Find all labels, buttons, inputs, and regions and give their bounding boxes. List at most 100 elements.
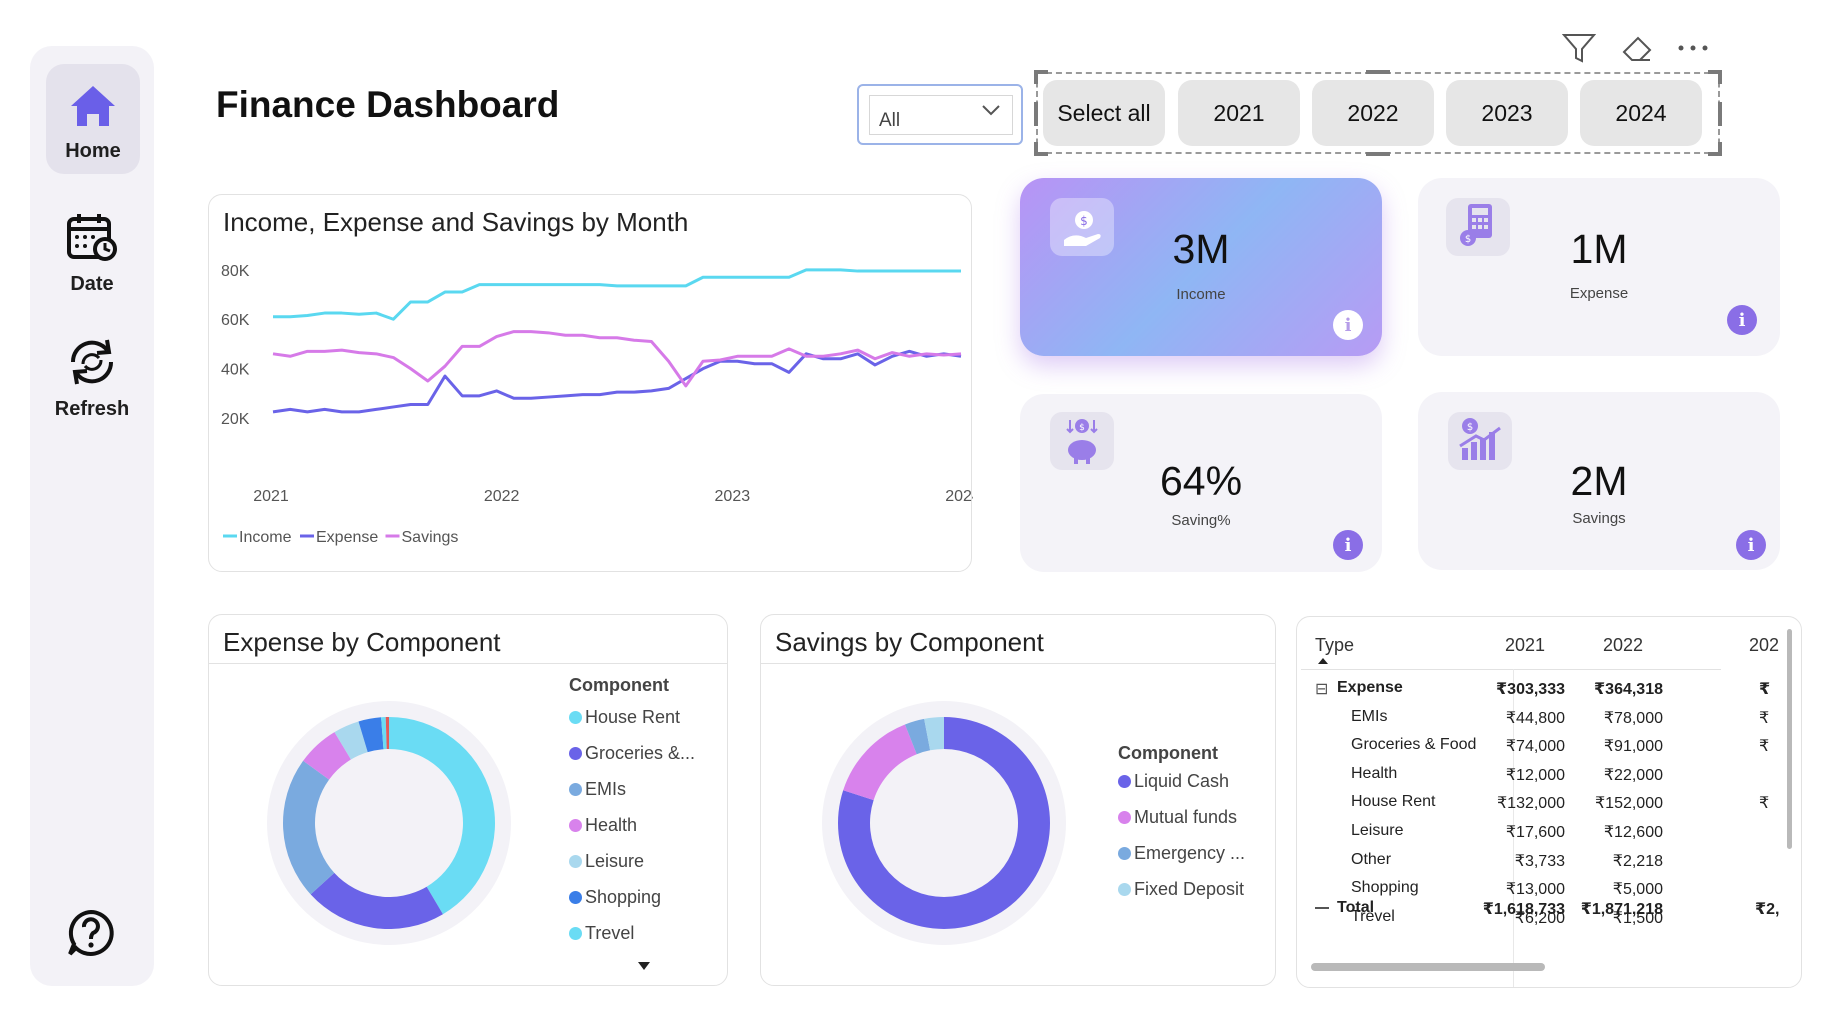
- legend-dot: [569, 711, 582, 724]
- home-icon: [71, 86, 115, 126]
- line-chart-card: Income, Expense and Savings by Month 20K…: [208, 194, 973, 572]
- header-type[interactable]: Type: [1315, 635, 1354, 656]
- legend-label: Groceries &...: [585, 743, 696, 763]
- legend-label: Fixed Deposit: [1134, 879, 1245, 899]
- series-line-savings[interactable]: [272, 330, 962, 388]
- resize-handle[interactable]: [1034, 102, 1038, 126]
- kpi-expense-card[interactable]: $ 1M Expense i: [1418, 178, 1780, 356]
- slicer-2021[interactable]: 2021: [1178, 80, 1300, 146]
- series-line-income[interactable]: [273, 268, 961, 321]
- legend-item[interactable]: Mutual funds: [1118, 807, 1237, 828]
- dropdown-value: All: [879, 110, 901, 131]
- filter-icon[interactable]: [1562, 32, 1596, 64]
- side-nav: Home Date Refresh: [30, 46, 154, 986]
- info-icon[interactable]: i: [1727, 305, 1757, 335]
- more-options-icon[interactable]: [1676, 38, 1710, 58]
- cell-2022: ₹364,318: [1594, 681, 1663, 698]
- header-2022[interactable]: 2022: [1563, 635, 1643, 656]
- legend-item[interactable]: Shopping: [569, 887, 661, 908]
- legend-label: Shopping: [585, 887, 662, 907]
- row-label: House Rent: [1351, 793, 1436, 811]
- slicer-2022[interactable]: 2022: [1312, 80, 1434, 146]
- help-button[interactable]: [66, 908, 116, 963]
- category-dropdown[interactable]: All: [857, 84, 1023, 145]
- cell-2021: ₹3,733: [1514, 852, 1565, 870]
- cell-2021: ₹17,600: [1505, 824, 1565, 841]
- cell-2022: ₹5,000: [1612, 881, 1663, 899]
- divider: [1301, 669, 1721, 670]
- series-line-expense[interactable]: [272, 349, 962, 414]
- cell-2023: ₹: [1759, 738, 1770, 756]
- legend-dot: [1118, 847, 1131, 860]
- kpi-saving-pct-label: Saving%: [1171, 512, 1231, 529]
- expand-collapse-icon[interactable]: ⊟: [1315, 679, 1328, 699]
- x-tick-label: 2022: [484, 488, 520, 505]
- legend-item[interactable]: Emergency ...: [1118, 843, 1245, 864]
- legend-item[interactable]: Leisure: [569, 851, 644, 872]
- legend-item[interactable]: Liquid Cash: [1118, 771, 1229, 792]
- legend-label: EMIs: [585, 779, 627, 799]
- resize-handle[interactable]: [1718, 142, 1722, 156]
- nav-home[interactable]: Home: [46, 64, 140, 174]
- kpi-savings-label: Savings: [1572, 510, 1626, 527]
- slicer-2024[interactable]: 2024: [1580, 80, 1702, 146]
- resize-handle[interactable]: [1034, 70, 1038, 84]
- sort-ascending-icon[interactable]: [1317, 657, 1329, 665]
- header-2021[interactable]: 2021: [1465, 635, 1545, 656]
- horizontal-scrollbar[interactable]: [1311, 963, 1545, 971]
- resize-handle[interactable]: [1034, 142, 1038, 156]
- legend-label[interactable]: Expense: [316, 529, 378, 546]
- slicer-select-all[interactable]: Select all: [1043, 80, 1165, 146]
- y-tick-label: 60K: [221, 312, 250, 329]
- nav-date[interactable]: Date: [30, 211, 154, 296]
- resize-handle[interactable]: [1366, 70, 1390, 74]
- resize-handle[interactable]: [1718, 70, 1722, 84]
- kpi-income-value: 3M: [1172, 226, 1230, 272]
- cell-2022: ₹2,218: [1612, 852, 1663, 870]
- total-2023: ₹2,: [1755, 901, 1780, 918]
- expense-donut-card: Expense by Component Component House Ren…: [208, 614, 728, 986]
- eraser-icon[interactable]: [1620, 32, 1654, 64]
- divider: [761, 663, 1275, 664]
- svg-text:$: $: [1467, 422, 1473, 433]
- cell-2021: ₹74,000: [1505, 738, 1565, 756]
- legend-label[interactable]: Income: [239, 529, 292, 546]
- info-icon[interactable]: i: [1736, 530, 1766, 560]
- info-icon[interactable]: i: [1333, 310, 1363, 340]
- legend-item[interactable]: Groceries &...: [569, 743, 695, 764]
- vertical-scrollbar[interactable]: [1787, 629, 1792, 849]
- resize-handle[interactable]: [1366, 152, 1390, 156]
- chevron-down-icon: [982, 105, 1000, 116]
- finance-dashboard-page: Home Date Refresh Finance Dashboard All …: [0, 0, 1824, 1018]
- slicer-2023[interactable]: 2023: [1446, 80, 1568, 146]
- legend-item[interactable]: Fixed Deposit: [1118, 879, 1244, 900]
- legend-item[interactable]: House Rent: [569, 707, 680, 728]
- resize-handle[interactable]: [1718, 102, 1722, 126]
- savings-donut-title: Savings by Component: [775, 627, 1044, 657]
- kpi-saving-pct-card[interactable]: $ 64% Saving% i: [1020, 394, 1382, 572]
- kpi-savings-card[interactable]: $ 2M Savings i: [1418, 392, 1780, 570]
- matrix-table-card: Type 2021 2022 202 ⊟ Expense ₹303,333 ₹364,…: [1296, 616, 1802, 988]
- page-title: Finance Dashboard: [216, 84, 560, 125]
- legend-title: Component: [1118, 743, 1218, 763]
- collapse-all-icon[interactable]: [1315, 907, 1329, 909]
- header-2023[interactable]: 202: [1749, 635, 1779, 656]
- nav-refresh[interactable]: Refresh: [30, 336, 154, 421]
- cell-2023: ₹: [1759, 709, 1770, 727]
- savings-donut-card: Savings by Component Component Liquid Ca…: [760, 614, 1276, 986]
- legend-item[interactable]: Trevel: [569, 923, 634, 944]
- legend-scroll-down-icon[interactable]: [637, 961, 651, 971]
- legend-label: Liquid Cash: [1134, 771, 1230, 791]
- savings-donut-chart: [822, 701, 1066, 945]
- kpi-saving-pct-value: 64%: [1159, 458, 1243, 504]
- total-2022: ₹1,871,218: [1580, 901, 1663, 918]
- legend-label[interactable]: Savings: [402, 529, 459, 546]
- kpi-income-card[interactable]: $ 3M Income i: [1020, 178, 1382, 356]
- legend-item[interactable]: EMIs: [569, 779, 626, 800]
- y-tick-label: 40K: [221, 362, 250, 379]
- legend-item[interactable]: Health: [569, 815, 637, 836]
- nav-home-label: Home: [65, 140, 121, 162]
- cell-2022: ₹78,000: [1603, 709, 1663, 727]
- info-icon[interactable]: i: [1333, 530, 1363, 560]
- y-tick-label: 20K: [221, 411, 250, 428]
